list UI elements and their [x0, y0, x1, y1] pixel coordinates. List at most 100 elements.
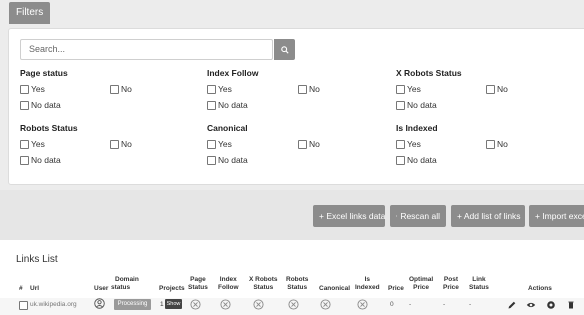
checkbox[interactable]	[396, 100, 405, 110]
gear-icon[interactable]	[546, 300, 556, 310]
search-button[interactable]	[274, 39, 295, 60]
x-circle-icon	[253, 299, 264, 310]
option-label: No data	[31, 155, 61, 165]
user-icon	[94, 298, 105, 309]
canonical-nodata[interactable]: No data	[207, 155, 248, 165]
projects-show-button[interactable]: Show	[165, 299, 182, 309]
filter-title-is-indexed: Is Indexed	[396, 123, 438, 133]
col-url[interactable]: Url	[30, 285, 39, 293]
links-list: Links List # Url User Domain status Proje…	[0, 240, 584, 315]
option-label: No data	[407, 155, 437, 165]
robots-status-yes[interactable]: Yes	[20, 139, 45, 149]
rescan-all-label: Rescan all	[400, 211, 440, 221]
checkbox[interactable]	[396, 155, 405, 165]
col-price[interactable]: Price	[388, 285, 404, 293]
row-post-price: -	[443, 301, 446, 308]
x-robots-nodata[interactable]: No data	[396, 100, 437, 110]
col-page-status[interactable]: Page Status	[188, 276, 208, 292]
checkbox[interactable]	[20, 139, 29, 149]
index-follow-no[interactable]: No	[298, 84, 320, 94]
tab-filters[interactable]: Filters	[9, 2, 51, 24]
option-label: No data	[218, 155, 248, 165]
trash-icon[interactable]	[566, 300, 576, 310]
x-circle-icon	[288, 299, 299, 310]
add-list-button[interactable]: + Add list of links	[451, 205, 525, 227]
x-circle-icon	[190, 299, 201, 310]
page-status-nodata[interactable]: No data	[20, 100, 61, 110]
col-index-follow[interactable]: Index Follow	[218, 276, 239, 292]
col-link-status[interactable]: Link Status	[469, 276, 489, 292]
option-label: No data	[31, 100, 61, 110]
import-excel-button[interactable]: + Import exce	[529, 205, 584, 227]
checkbox[interactable]	[110, 139, 119, 149]
projects-count: 1	[160, 301, 164, 308]
row-price: 0	[390, 301, 394, 308]
checkbox[interactable]	[486, 139, 495, 149]
robots-status-nodata[interactable]: No data	[20, 155, 61, 165]
checkbox[interactable]	[396, 139, 405, 149]
col-label: Robots	[286, 276, 309, 283]
checkbox[interactable]	[207, 84, 216, 94]
search-input[interactable]: Search...	[20, 39, 273, 60]
x-robots-yes[interactable]: Yes	[396, 84, 421, 94]
checkbox[interactable]	[396, 84, 405, 94]
is-indexed-yes[interactable]: Yes	[396, 139, 421, 149]
checkbox[interactable]	[207, 100, 216, 110]
col-label: Page	[190, 276, 206, 283]
option-label: No	[497, 139, 508, 149]
excel-links-button[interactable]: + Excel links data	[313, 205, 385, 227]
col-label: Status	[188, 284, 208, 291]
filter-title-index-follow: Index Follow	[207, 68, 259, 78]
col-label: Index	[219, 276, 237, 283]
option-label: No	[121, 139, 132, 149]
checkbox[interactable]	[110, 84, 119, 94]
col-domain-status[interactable]: Domain status	[111, 276, 139, 292]
page-status-yes[interactable]: Yes	[20, 84, 45, 94]
rescan-all-button[interactable]: Rescan all	[390, 205, 446, 227]
robots-status-no[interactable]: No	[110, 139, 132, 149]
edit-icon[interactable]	[507, 300, 517, 310]
col-canonical[interactable]: Canonical	[319, 285, 350, 293]
col-label: Optimal	[409, 276, 434, 283]
col-label: Domain	[115, 276, 139, 283]
canonical-yes[interactable]: Yes	[207, 139, 232, 149]
filter-title-x-robots: X Robots Status	[396, 68, 462, 78]
col-label: Status	[253, 284, 274, 291]
is-indexed-nodata[interactable]: No data	[396, 155, 437, 165]
is-indexed-no[interactable]: No	[486, 139, 508, 149]
checkbox[interactable]	[20, 84, 29, 94]
page-status-no[interactable]: No	[110, 84, 132, 94]
filter-title-page-status: Page status	[20, 68, 68, 78]
col-label: Price	[443, 284, 459, 291]
x-robots-no[interactable]: No	[486, 84, 508, 94]
eye-icon[interactable]	[526, 300, 536, 310]
col-actions: Actions	[528, 285, 552, 292]
index-follow-yes[interactable]: Yes	[207, 84, 232, 94]
checkbox[interactable]	[20, 155, 29, 165]
filter-panel: Search... Page status Yes No No data Ind…	[8, 28, 584, 185]
checkbox[interactable]	[298, 84, 307, 94]
col-is-indexed[interactable]: Is Indexed	[355, 276, 380, 292]
row-checkbox[interactable]	[19, 301, 28, 310]
filter-title-robots-status: Robots Status	[20, 123, 78, 133]
checkbox[interactable]	[486, 84, 495, 94]
checkbox[interactable]	[207, 139, 216, 149]
col-robots[interactable]: Robots Status	[286, 276, 308, 292]
col-x-robots[interactable]: X Robots Status	[249, 276, 278, 292]
x-circle-icon	[357, 299, 368, 310]
col-num: #	[19, 285, 23, 292]
col-label: Status	[469, 284, 489, 291]
col-optimal-price[interactable]: Optimal Price	[409, 276, 433, 292]
checkbox[interactable]	[207, 155, 216, 165]
option-label: No	[121, 84, 132, 94]
col-projects[interactable]: Projects	[159, 285, 185, 293]
canonical-no[interactable]: No	[298, 139, 320, 149]
index-follow-nodata[interactable]: No data	[207, 100, 248, 110]
row-optimal-price: -	[409, 301, 412, 308]
row-url[interactable]: uk.wikipedia.org	[30, 301, 77, 309]
checkbox[interactable]	[20, 100, 29, 110]
checkbox[interactable]	[298, 139, 307, 149]
col-post-price[interactable]: Post Price	[443, 276, 459, 292]
col-label: X Robots	[249, 276, 278, 283]
col-user[interactable]: User	[94, 285, 108, 293]
